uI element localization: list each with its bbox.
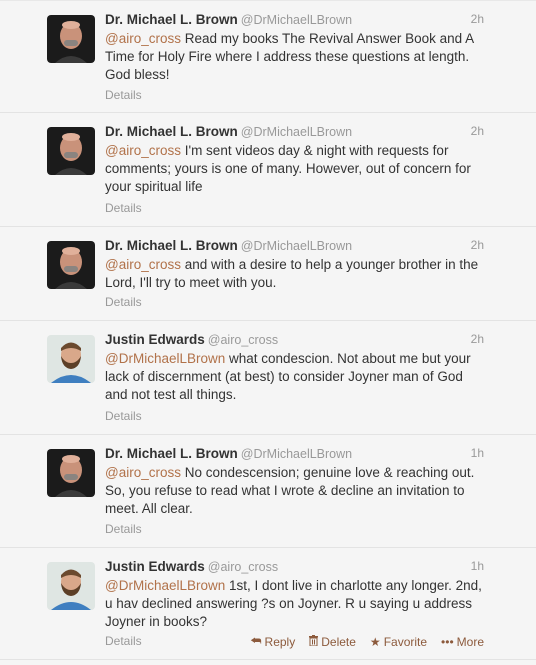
tweet-header: Justin Edwards @airo_cross	[105, 558, 496, 576]
reply-button[interactable]: ⮪ Reply	[250, 634, 295, 649]
ellipsis-icon: •••	[441, 634, 454, 649]
avatar[interactable]	[47, 449, 95, 497]
details-link[interactable]: Details	[105, 201, 142, 215]
avatar[interactable]	[47, 127, 95, 175]
tweet-text: @airo_cross and with a desire to help a …	[105, 256, 483, 292]
bald-man-avatar-icon	[47, 15, 95, 63]
more-label: More	[456, 634, 484, 649]
trash-icon	[309, 634, 319, 649]
tweet-header: Dr. Michael L. Brown @DrMichaelLBrown	[105, 11, 496, 29]
star-icon: ★	[369, 634, 381, 649]
tweet-header: Dr. Michael L. Brown @DrMichaelLBrown	[105, 123, 496, 141]
delete-label: Delete	[321, 634, 356, 649]
author-handle[interactable]: @DrMichaelLBrown	[241, 125, 352, 139]
author-name[interactable]: Dr. Michael L. Brown	[105, 238, 238, 253]
avatar[interactable]	[47, 562, 95, 610]
bald-man-avatar-icon	[47, 127, 95, 175]
reply-arrow-icon: ⮪	[250, 634, 262, 648]
author-name[interactable]: Dr. Michael L. Brown	[105, 446, 238, 461]
author-name[interactable]: Justin Edwards	[105, 332, 205, 347]
author-name[interactable]: Dr. Michael L. Brown	[105, 12, 238, 27]
tweet-text: @airo_cross Read my books The Revival An…	[105, 30, 483, 84]
more-button[interactable]: ••• More	[441, 634, 484, 649]
mention-link[interactable]: @airo_cross	[105, 143, 181, 158]
tweet-item[interactable]: Dr. Michael L. Brown @DrMichaelLBrown 1h …	[0, 435, 536, 548]
avatar[interactable]	[47, 15, 95, 63]
tweet-actions: ⮪ Reply Delete ★ Favorite ••• More	[250, 634, 484, 649]
tweet-item[interactable]: Justin Edwards @airo_cross 2h @DrMichaelL…	[0, 321, 536, 435]
tweet-header: Dr. Michael L. Brown @DrMichaelLBrown	[105, 237, 496, 255]
author-handle[interactable]: @DrMichaelLBrown	[241, 13, 352, 27]
author-handle[interactable]: @airo_cross	[208, 560, 278, 574]
tweet-item[interactable]: Dr. Michael L. Brown @DrMichaelLBrown 2h …	[0, 1, 536, 113]
details-link[interactable]: Details	[105, 295, 142, 309]
tweet-text: @airo_cross I'm sent videos day & night …	[105, 142, 483, 196]
favorite-button[interactable]: ★ Favorite	[370, 634, 427, 649]
mention-link[interactable]: @airo_cross	[105, 31, 181, 46]
author-name[interactable]: Justin Edwards	[105, 559, 205, 574]
author-handle[interactable]: @DrMichaelLBrown	[241, 239, 352, 253]
details-link[interactable]: Details	[105, 522, 142, 536]
mention-link[interactable]: @DrMichaelLBrown	[105, 351, 225, 366]
bearded-man-avatar-icon	[47, 562, 95, 610]
tweet-timestamp[interactable]: 1h	[471, 559, 484, 573]
details-link[interactable]: Details	[105, 409, 142, 423]
author-handle[interactable]: @airo_cross	[208, 333, 278, 347]
tweet-item[interactable]: Dr. Michael L. Brown @DrMichaelLBrown 2h …	[0, 227, 536, 321]
mention-link[interactable]: @airo_cross	[105, 257, 181, 272]
details-link[interactable]: Details	[105, 634, 142, 648]
tweet-item[interactable]: Justin Edwards @airo_cross 1h @DrMichaelL…	[0, 548, 536, 660]
details-link[interactable]: Details	[105, 88, 142, 102]
avatar[interactable]	[47, 241, 95, 289]
favorite-label: Favorite	[383, 634, 428, 649]
tweet-stream: Dr. Michael L. Brown @DrMichaelLBrown 2h …	[0, 0, 536, 665]
tweet-header: Justin Edwards @airo_cross	[105, 331, 496, 349]
reply-label: Reply	[264, 634, 296, 649]
author-handle[interactable]: @DrMichaelLBrown	[241, 447, 352, 461]
tweet-timestamp[interactable]: 2h	[471, 12, 484, 26]
tweet-timestamp[interactable]: 2h	[471, 332, 484, 346]
bald-man-avatar-icon	[47, 241, 95, 289]
mention-link[interactable]: @airo_cross	[105, 465, 181, 480]
tweet-text: @DrMichaelLBrown what condescion. Not ab…	[105, 350, 483, 404]
bearded-man-avatar-icon	[47, 335, 95, 383]
tweet-header: Dr. Michael L. Brown @DrMichaelLBrown	[105, 445, 496, 463]
tweet-timestamp[interactable]: 2h	[471, 124, 484, 138]
tweet-text: @DrMichaelLBrown 1st, I dont live in cha…	[105, 577, 483, 631]
bald-man-avatar-icon	[47, 449, 95, 497]
tweet-timestamp[interactable]: 2h	[471, 238, 484, 252]
tweet-item[interactable]: Dr. Michael L. Brown @DrMichaelLBrown 2h …	[0, 113, 536, 227]
tweet-timestamp[interactable]: 1h	[471, 446, 484, 460]
mention-link[interactable]: @DrMichaelLBrown	[105, 578, 225, 593]
avatar[interactable]	[47, 335, 95, 383]
delete-button[interactable]: Delete	[309, 634, 356, 649]
author-name[interactable]: Dr. Michael L. Brown	[105, 124, 238, 139]
tweet-text: @airo_cross No condescension; genuine lo…	[105, 464, 483, 518]
